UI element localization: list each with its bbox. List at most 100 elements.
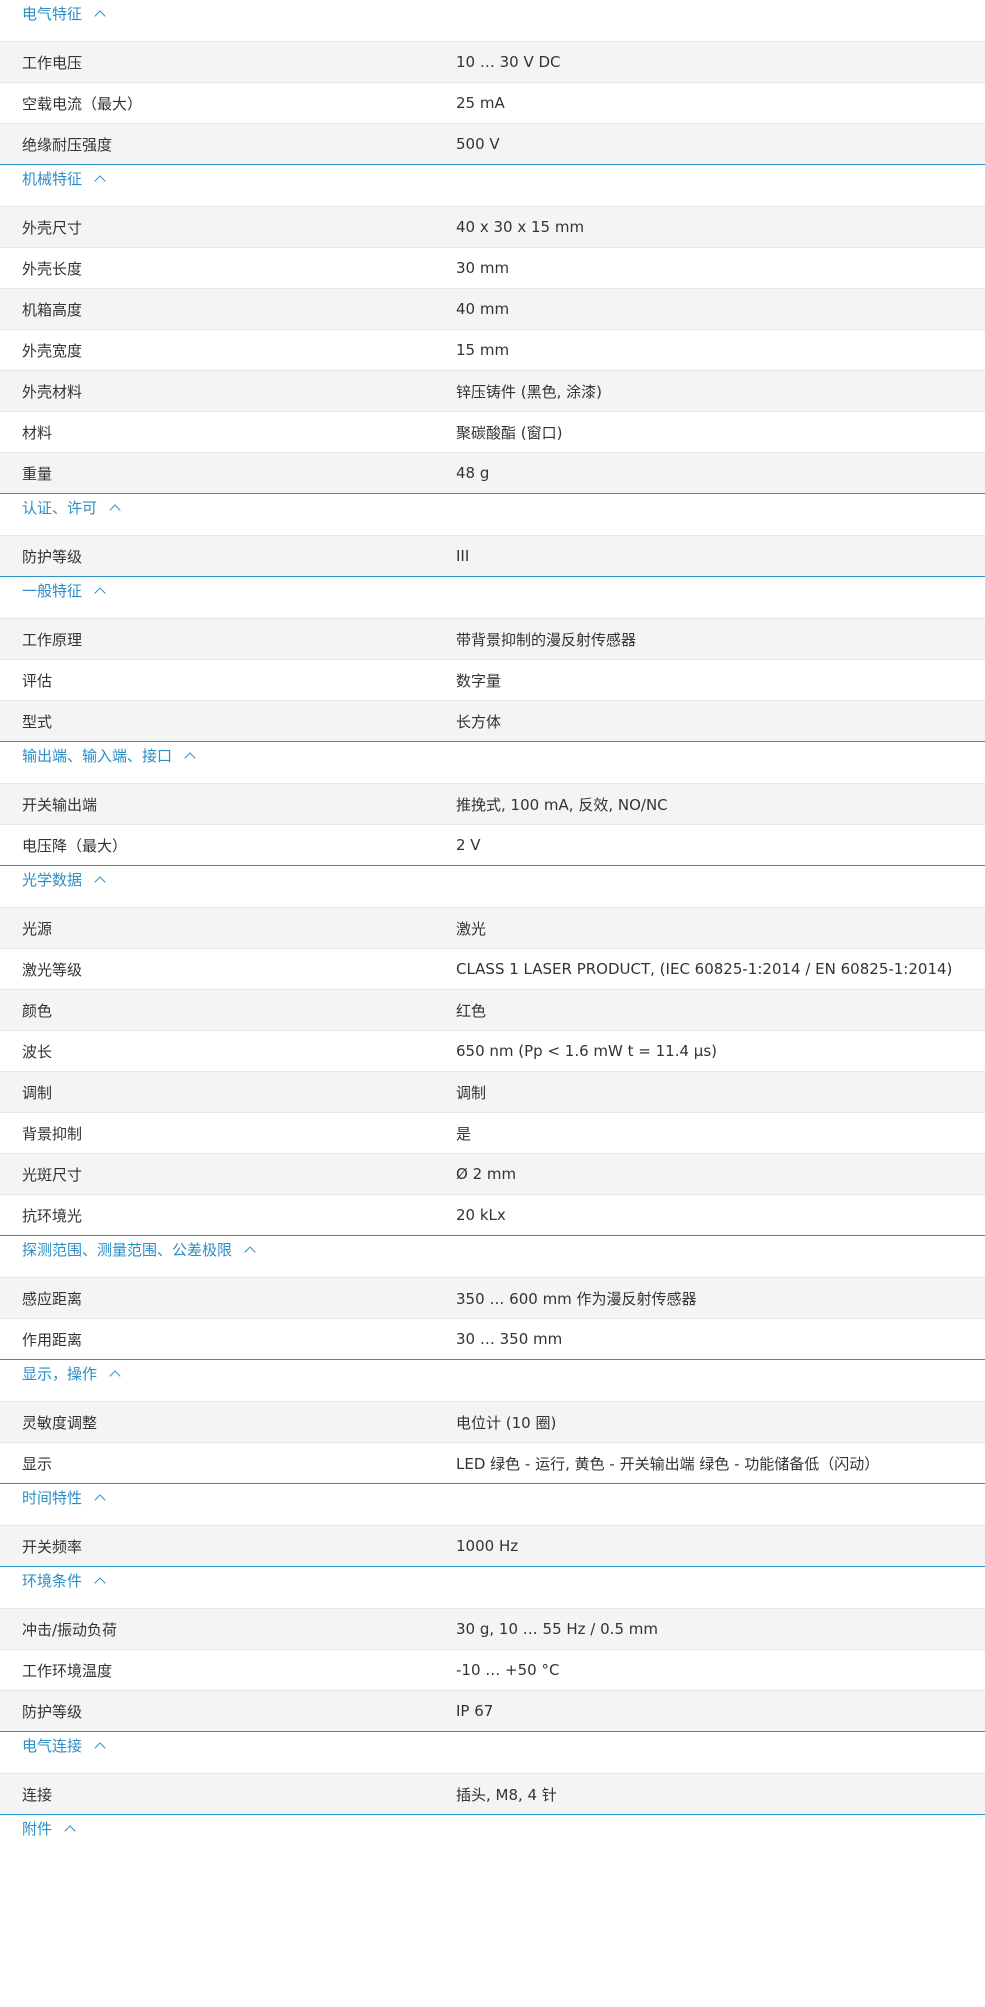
section-toggle-header[interactable]: 探测范围、测量范围、公差极限 (0, 1236, 985, 1277)
chevron-up-icon[interactable] (94, 175, 106, 187)
chevron-up-icon[interactable] (64, 1825, 76, 1837)
spec-section: 输出端、输入端、接口开关输出端 推挽式, 100 mA, 反效, NO/NC 电压降… (0, 742, 985, 866)
spec-section: 显示，操作灵敏度调整 电位计 (10 圈) 显示 LED 绿色 - 运行, 黄色 - … (0, 1360, 985, 1484)
spec-label: 背景抑制 (22, 1124, 83, 1143)
spec-value: 500 V (456, 135, 500, 153)
chevron-up-icon[interactable] (94, 876, 106, 888)
chevron-up-icon[interactable] (109, 504, 121, 516)
section-table: 光源 激光 激光等级 CLASS 1 LASER PRODUCT, (IEC 6082… (0, 907, 985, 1236)
spec-section: 机械特征 外壳尺寸 40 x 30 x 15 mm 外壳长度 30 mm 机箱高度 40 m… (0, 165, 985, 494)
section-title: 探测范围、测量范围、公差极限 (22, 1241, 233, 1259)
section-title: 附件 (22, 1820, 53, 1838)
spec-label: 显示 (22, 1454, 53, 1473)
chevron-up-icon[interactable] (244, 1246, 256, 1258)
spec-row: 电压降（最大） 2 V (0, 824, 985, 865)
spec-value: Ø 2 mm (456, 1165, 517, 1183)
spec-label: 灵敏度调整 (22, 1413, 98, 1432)
section-table: 防护等级 III (0, 535, 985, 577)
spec-label: 机箱高度 (22, 300, 83, 319)
chevron-up-icon[interactable] (109, 1370, 121, 1382)
spec-section: 电气连接连接 插头, M8, 4 针 (0, 1732, 985, 1815)
spec-value: 25 mA (456, 94, 505, 112)
spec-value: 电位计 (10 圈) (456, 1413, 557, 1432)
section-toggle-header[interactable]: 时间特性 (0, 1484, 985, 1525)
spec-row: 开关频率 1000 Hz (0, 1525, 985, 1566)
section-title: 时间特性 (22, 1489, 83, 1507)
spec-row: 机箱高度 40 mm (0, 288, 985, 329)
spec-row: 外壳尺寸 40 x 30 x 15 mm (0, 206, 985, 247)
section-toggle-header[interactable]: 环境条件 (0, 1567, 985, 1608)
chevron-up-icon[interactable] (94, 1494, 106, 1506)
section-title: 认证、许可 (22, 499, 98, 517)
section-toggle-header[interactable]: 光学数据 (0, 866, 985, 907)
spec-label: 外壳尺寸 (22, 218, 83, 237)
spec-label: 作用距离 (22, 1330, 83, 1349)
chevron-up-icon[interactable] (94, 587, 106, 599)
spec-row: 防护等级 IP 67 (0, 1690, 985, 1731)
spec-row: 作用距离 30 … 350 mm (0, 1318, 985, 1359)
section-table: 冲击/振动负荷 30 g, 10 … 55 Hz / 0.5 mm 工作环境温度 -1… (0, 1608, 985, 1732)
spec-value: 15 mm (456, 341, 510, 359)
spec-label: 连接 (22, 1785, 53, 1804)
section-title: 电气连接 (22, 1737, 83, 1755)
chevron-up-icon[interactable] (94, 10, 106, 22)
section-toggle-header[interactable]: 一般特征 (0, 577, 985, 618)
spec-section: 附件 (0, 1815, 985, 1856)
section-toggle-header[interactable]: 认证、许可 (0, 494, 985, 535)
spec-list: 电气特征 工作电压 10 … 30 V DC 空载电流（最大） 25 mA 绝缘耐压强度 5… (0, 0, 985, 1856)
spec-value: 40 mm (456, 300, 510, 318)
spec-row: 灵敏度调整 电位计 (10 圈) (0, 1401, 985, 1442)
spec-label: 感应距离 (22, 1289, 83, 1308)
spec-label: 型式 (22, 712, 53, 731)
section-table: 连接 插头, M8, 4 针 (0, 1773, 985, 1815)
spec-row: 光斑尺寸 Ø 2 mm (0, 1153, 985, 1194)
spec-value: 带背景抑制的漫反射传感器 (456, 630, 637, 649)
spec-section: 时间特性开关频率 1000 Hz (0, 1484, 985, 1567)
spec-row: 开关输出端 推挽式, 100 mA, 反效, NO/NC (0, 783, 985, 824)
section-toggle-header[interactable]: 显示，操作 (0, 1360, 985, 1401)
spec-value: 激光 (456, 919, 487, 938)
spec-label: 冲击/振动负荷 (22, 1620, 118, 1639)
section-toggle-header[interactable]: 输出端、输入端、接口 (0, 742, 985, 783)
section-title: 一般特征 (22, 582, 83, 600)
spec-label: 调制 (22, 1083, 53, 1102)
chevron-up-icon[interactable] (94, 1577, 106, 1589)
spec-label: 光斑尺寸 (22, 1165, 83, 1184)
section-title: 输出端、输入端、接口 (22, 747, 173, 765)
spec-label: 开关频率 (22, 1537, 83, 1556)
chevron-up-icon[interactable] (94, 1742, 106, 1754)
spec-label: 工作环境温度 (22, 1661, 113, 1680)
spec-value: 48 g (456, 464, 490, 482)
section-table: 感应距离 350 … 600 mm 作为漫反射传感器作用距离 30 … 350 mm (0, 1277, 985, 1360)
spec-value: 插头, M8, 4 针 (456, 1785, 557, 1804)
spec-value: 20 kLx (456, 1206, 506, 1224)
spec-value: 30 g, 10 … 55 Hz / 0.5 mm (456, 1620, 658, 1638)
chevron-up-icon[interactable] (184, 752, 196, 764)
spec-value: III (456, 547, 470, 565)
spec-value: 30 … 350 mm (456, 1330, 563, 1348)
section-toggle-header[interactable]: 电气连接 (0, 1732, 985, 1773)
spec-value: 锌压铸件 (黑色, 涂漆) (456, 382, 603, 401)
spec-label: 防护等级 (22, 1702, 83, 1721)
spec-row: 评估 数字量 (0, 659, 985, 700)
spec-label: 外壳宽度 (22, 341, 83, 360)
spec-row: 工作环境温度 -10 … +50 °C (0, 1649, 985, 1690)
section-toggle-header[interactable]: 附件 (0, 1815, 985, 1856)
spec-value: 是 (456, 1124, 472, 1143)
spec-row: 调制 调制 (0, 1071, 985, 1112)
spec-label: 防护等级 (22, 547, 83, 566)
spec-label: 开关输出端 (22, 795, 98, 814)
section-title: 电气特征 (22, 5, 83, 23)
section-toggle-header[interactable]: 机械特征 (0, 165, 985, 206)
section-toggle-header[interactable]: 电气特征 (0, 0, 985, 41)
spec-row: 连接 插头, M8, 4 针 (0, 1773, 985, 1814)
spec-value: 2 V (456, 836, 481, 854)
spec-row: 感应距离 350 … 600 mm 作为漫反射传感器 (0, 1277, 985, 1318)
spec-section: 探测范围、测量范围、公差极限 感应距离 350 … 600 mm 作为漫反射传感器作… (0, 1236, 985, 1360)
spec-row: 光源 激光 (0, 907, 985, 948)
section-title: 显示，操作 (22, 1365, 98, 1383)
spec-row: 重量 48 g (0, 452, 985, 493)
section-table: 外壳尺寸 40 x 30 x 15 mm 外壳长度 30 mm 机箱高度 40 mm 外壳宽… (0, 206, 985, 494)
spec-value: 650 nm (Pp < 1.6 mW t = 11.4 µs) (456, 1042, 718, 1060)
spec-row: 显示 LED 绿色 - 运行, 黄色 - 开关输出端 绿色 - 功能储备低（闪动） (0, 1442, 985, 1483)
